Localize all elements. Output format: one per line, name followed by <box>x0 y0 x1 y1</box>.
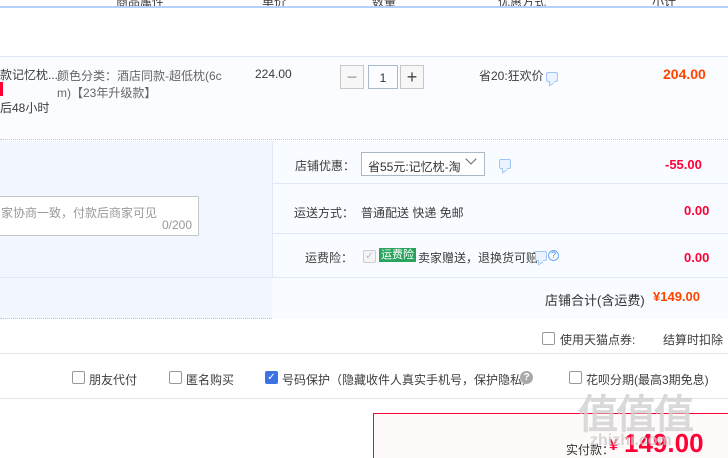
qty-minus-label: − <box>346 67 358 87</box>
anonymous-label: 匿名购买 <box>186 373 235 387</box>
header-attrs: 商品属性 <box>116 0 165 8</box>
number-protect-label: 号码保护（隐藏收件人真实手机号，保护隐私） <box>282 373 535 387</box>
friend-pay-label: 朋友代付 <box>89 373 138 387</box>
watermark-char: 值 <box>616 393 656 437</box>
item-attrs-line2: m)【23年升级款】 <box>57 86 157 100</box>
header-unit-price: 单价 <box>262 0 287 8</box>
item-discount: 省20:狂欢价 <box>479 69 544 83</box>
shop-total-label: 店铺合计(含运费) <box>545 293 645 308</box>
memo-input[interactable]: 家协商一致，付款后商家可见 0/200 <box>0 196 199 236</box>
question-icon[interactable]: ? <box>520 371 533 384</box>
watermark-char: 值 <box>578 393 618 437</box>
qty-plus-button[interactable]: + <box>400 65 424 89</box>
table-header: 商品属性 单价 数量 优惠方式 小计 <box>0 0 728 8</box>
coupon-select-value: 省55元:记忆枕-淘 <box>368 160 461 174</box>
insurance-label: 运费险： <box>305 251 354 265</box>
header-discount: 优惠方式 <box>498 0 547 8</box>
item-subtotal: 204.00 <box>663 66 706 82</box>
item-ship-note: 后48小时 <box>0 101 50 115</box>
shop-total-amount: ¥149.00 <box>653 289 700 304</box>
qty-input[interactable]: 1 <box>368 65 398 89</box>
coupon-label: 店铺优惠： <box>295 159 356 173</box>
divider <box>0 353 728 354</box>
insurance-text: 卖家赠送，退换货可赔 <box>418 251 539 265</box>
header-subtotal: 小计 <box>652 0 677 8</box>
chat-icon[interactable] <box>546 72 558 82</box>
tmall-coupon-checkbox[interactable] <box>542 332 555 345</box>
insurance-amount: 0.00 <box>684 250 710 265</box>
item-attrs-line1: 颜色分类：酒店同款-超低枕(6c <box>57 69 222 83</box>
coupon-amount: -55.00 <box>665 157 702 172</box>
insurance-checkbox: ✓ <box>363 250 376 263</box>
item-title[interactable]: 款记忆枕... <box>0 66 58 83</box>
anonymous-checkbox[interactable] <box>169 371 182 384</box>
shipping-amount: 0.00 <box>684 203 710 218</box>
chat-icon[interactable] <box>499 159 511 169</box>
help-icon[interactable]: ? <box>548 250 559 261</box>
watermark-char: 值 <box>654 393 694 437</box>
item-tag-marker <box>0 82 3 96</box>
tmall-coupon-label: 使用天猫点券: <box>560 333 636 347</box>
memo-count: 0/200 <box>161 218 192 232</box>
shipping-label: 运送方式： <box>294 206 355 220</box>
settle-note: 结算时扣除 <box>663 333 724 347</box>
shipping-value: 普通配送 快递 免邮 <box>361 206 464 220</box>
item-unit-price: 224.00 <box>255 67 292 81</box>
memo-placeholder: 家协商一致，付款后商家可见 <box>1 206 158 220</box>
insurance-tag: 运费险 <box>379 248 416 262</box>
chat-icon[interactable] <box>535 251 547 261</box>
number-protect-checkbox[interactable]: ✓ <box>265 371 278 384</box>
friend-pay-checkbox[interactable] <box>72 371 85 384</box>
qty-plus-label: + <box>406 67 418 87</box>
header-qty: 数量 <box>372 0 397 8</box>
watermark-url: zhizhi.com <box>590 432 672 449</box>
coupon-select[interactable]: 省55元:记忆枕-淘 <box>361 152 485 176</box>
qty-minus-button[interactable]: − <box>340 65 364 89</box>
